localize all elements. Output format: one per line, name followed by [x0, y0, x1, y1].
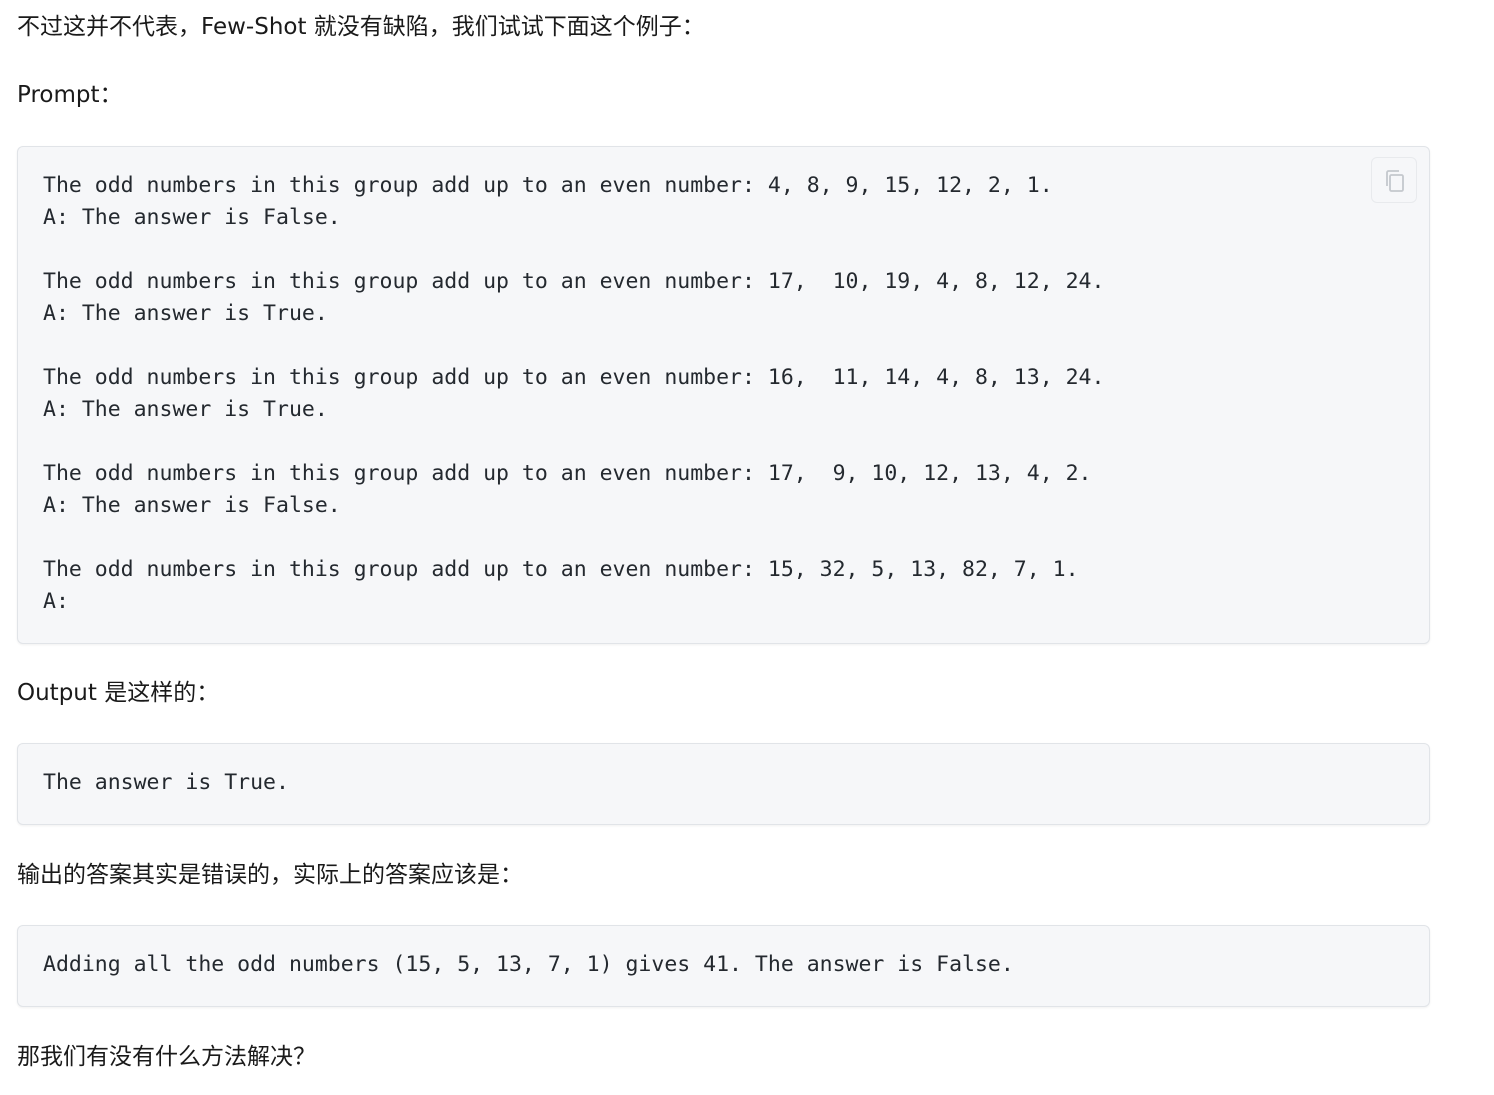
intro-paragraph: 不过这并不代表，Few-Shot 就没有缺陷，我们试试下面这个例子： — [17, 14, 705, 40]
prompt-label: Prompt： — [17, 82, 123, 108]
correction-code-block: Adding all the odd numbers (15, 5, 13, 7… — [17, 925, 1430, 1007]
closing-paragraph: 那我们有没有什么方法解决？ — [17, 1044, 316, 1070]
correction-label: 输出的答案其实是错误的，实际上的答案应该是： — [17, 862, 523, 888]
prompt-code-text[interactable]: The odd numbers in this group add up to … — [43, 170, 1104, 618]
code-line: A: — [43, 589, 69, 614]
code-line: A: The answer is True. — [43, 301, 328, 326]
code-line: The odd numbers in this group add up to … — [43, 365, 1105, 390]
output-code-text[interactable]: The answer is True. — [43, 767, 289, 799]
code-line: A: The answer is False. — [43, 493, 341, 518]
copy-button[interactable] — [1371, 157, 1417, 203]
code-line: The odd numbers in this group add up to … — [43, 557, 1079, 582]
code-line: The odd numbers in this group add up to … — [43, 173, 1053, 198]
code-line: A: The answer is True. — [43, 397, 328, 422]
prompt-code-block: The odd numbers in this group add up to … — [17, 146, 1430, 644]
code-line: A: The answer is False. — [43, 205, 341, 230]
output-label: Output 是这样的： — [17, 680, 220, 706]
copy-icon — [1386, 170, 1404, 192]
code-line: The odd numbers in this group add up to … — [43, 269, 1105, 294]
output-code-block: The answer is True. — [17, 743, 1430, 825]
code-line: The odd numbers in this group add up to … — [43, 461, 1092, 486]
correction-code-text[interactable]: Adding all the odd numbers (15, 5, 13, 7… — [43, 949, 1014, 981]
